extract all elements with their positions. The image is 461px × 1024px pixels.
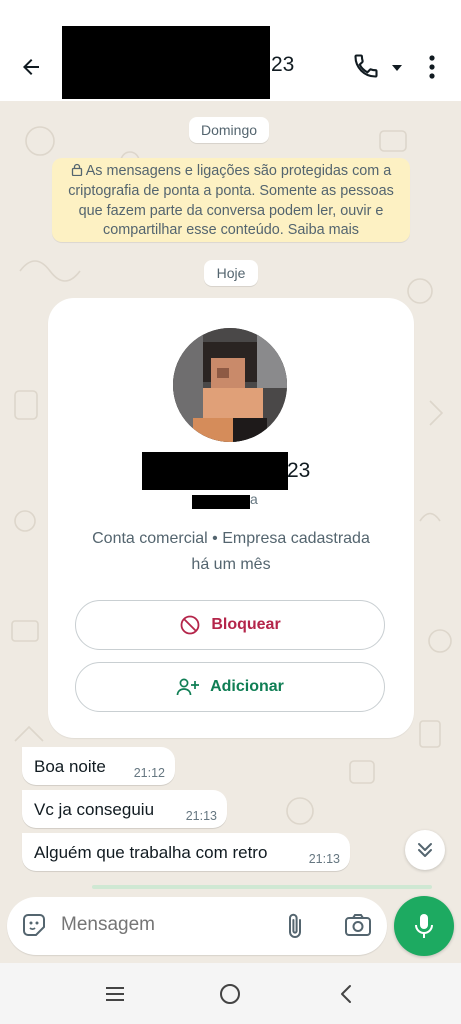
chat-header: 23: [0, 0, 461, 101]
message-bubble[interactable]: Vc ja conseguiu 21:13: [22, 790, 227, 828]
recent-apps-icon[interactable]: [100, 979, 130, 1009]
nav-back-icon[interactable]: [331, 979, 361, 1009]
business-age: há um mês: [191, 556, 271, 573]
back-arrow-icon[interactable]: [14, 52, 48, 82]
phone-icon[interactable]: [352, 52, 382, 82]
encryption-notice[interactable]: As mensagens e ligações são protegidas c…: [52, 158, 410, 242]
block-icon: [180, 615, 200, 635]
message-time: 21:13: [308, 852, 340, 866]
home-circle-icon[interactable]: [215, 979, 245, 1009]
message-time: 21:12: [133, 766, 165, 780]
date-pill-today: Hoje: [204, 260, 258, 286]
message-bubble[interactable]: Boa noite 21:12: [22, 747, 175, 785]
message-text: Vc ja conseguiu: [34, 800, 155, 819]
business-line: Conta comercial • Empresa cadastrada: [92, 530, 370, 547]
encryption-notice-text: As mensagens e ligações são protegidas c…: [68, 163, 394, 239]
card-contact-name: 23: [287, 459, 311, 482]
contact-name[interactable]: 23: [271, 53, 294, 77]
microphone-icon: [415, 914, 433, 938]
message-text: Alguém que trabalha com retro: [34, 843, 268, 862]
business-info: Conta comercial • Empresa cadastrada há …: [68, 526, 394, 578]
message-input[interactable]: [61, 914, 261, 936]
card-subtitle: a: [250, 491, 258, 507]
system-navigation-bar: [0, 963, 461, 1024]
date-pill-sunday: Domingo: [189, 117, 269, 143]
message-composer: [7, 897, 387, 955]
block-button-label: Bloquear: [211, 616, 281, 633]
block-button[interactable]: Bloquear: [75, 600, 385, 650]
caret-down-icon[interactable]: [389, 57, 405, 77]
card-subtitle-redaction: [192, 495, 250, 509]
message-text: Boa noite: [34, 757, 106, 776]
add-button-label: Adicionar: [210, 678, 284, 695]
progress-line: [92, 885, 432, 889]
add-person-icon: [176, 678, 200, 696]
more-vert-icon[interactable]: [422, 52, 442, 82]
contact-name-redaction[interactable]: [62, 26, 270, 99]
scroll-to-bottom-button[interactable]: [405, 830, 445, 870]
camera-icon[interactable]: [344, 912, 372, 938]
double-chevron-down-icon: [418, 843, 432, 857]
attach-paperclip-icon[interactable]: [283, 911, 309, 941]
sticker-emoji-icon[interactable]: [20, 911, 48, 939]
voice-record-button[interactable]: [394, 896, 454, 956]
add-contact-button[interactable]: Adicionar: [75, 662, 385, 712]
message-bubble[interactable]: Alguém que trabalha com retro 21:13: [22, 833, 350, 871]
contact-info-card: 23 a Conta comercial • Empresa cadastrad…: [48, 298, 414, 738]
avatar[interactable]: [173, 328, 287, 442]
card-name-redaction: [142, 452, 288, 490]
message-time: 21:13: [185, 809, 217, 823]
lock-icon: [71, 163, 83, 177]
